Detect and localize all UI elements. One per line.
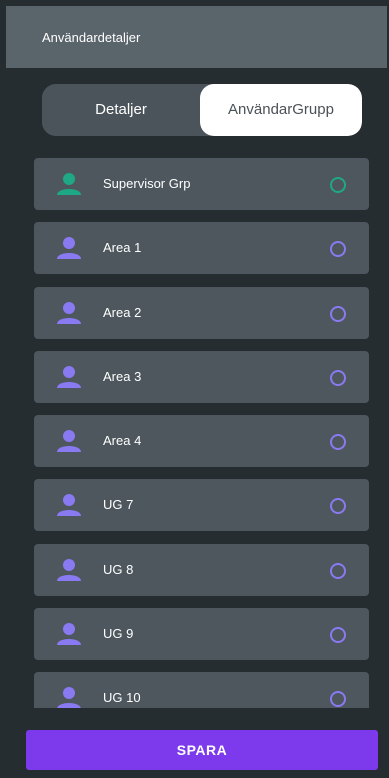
list-item[interactable]: UG 10 (34, 672, 369, 708)
tab-bar: Detaljer AnvändarGrupp (42, 84, 362, 136)
tab-details[interactable]: Detaljer (42, 84, 200, 136)
user-icon (57, 173, 81, 195)
radio-button[interactable] (330, 627, 346, 643)
radio-button[interactable] (330, 370, 346, 386)
radio-button[interactable] (330, 498, 346, 514)
list-item[interactable]: Area 1 (34, 222, 369, 274)
user-icon (57, 687, 81, 708)
user-icon (57, 366, 81, 388)
user-group-list[interactable]: Supervisor Grp Area 1 Area 2 Area 3 Area… (0, 140, 389, 708)
list-item[interactable]: UG 9 (34, 608, 369, 660)
group-label: Area 2 (103, 305, 142, 320)
tab-user-group[interactable]: AnvändarGrupp (200, 84, 362, 136)
user-icon (57, 559, 81, 581)
group-label: Area 1 (103, 240, 142, 255)
user-icon (57, 430, 81, 452)
list-item[interactable]: Area 4 (34, 415, 369, 467)
list-item[interactable]: Supervisor Grp (34, 158, 369, 210)
radio-button[interactable] (330, 241, 346, 257)
app-header: Användardetaljer (6, 6, 387, 68)
group-label: Area 3 (103, 369, 142, 384)
list-item[interactable]: UG 8 (34, 544, 369, 596)
user-icon (57, 302, 81, 324)
group-label: UG 10 (103, 690, 141, 705)
list-item[interactable]: UG 7 (34, 479, 369, 531)
page-title: Användardetaljer (42, 30, 141, 45)
user-icon (57, 623, 81, 645)
radio-button[interactable] (330, 434, 346, 450)
group-label: UG 9 (103, 626, 134, 641)
group-label: UG 7 (103, 497, 134, 512)
list-item[interactable]: Area 2 (34, 287, 369, 339)
radio-button[interactable] (330, 306, 346, 322)
group-label: UG 8 (103, 562, 134, 577)
radio-button[interactable] (330, 563, 346, 579)
radio-button[interactable] (330, 177, 346, 193)
user-icon (57, 237, 81, 259)
user-icon (57, 494, 81, 516)
list-item[interactable]: Area 3 (34, 351, 369, 403)
radio-button[interactable] (330, 691, 346, 707)
save-button[interactable]: SPARA (26, 730, 378, 770)
group-label: Area 4 (103, 433, 142, 448)
group-label: Supervisor Grp (103, 176, 191, 191)
